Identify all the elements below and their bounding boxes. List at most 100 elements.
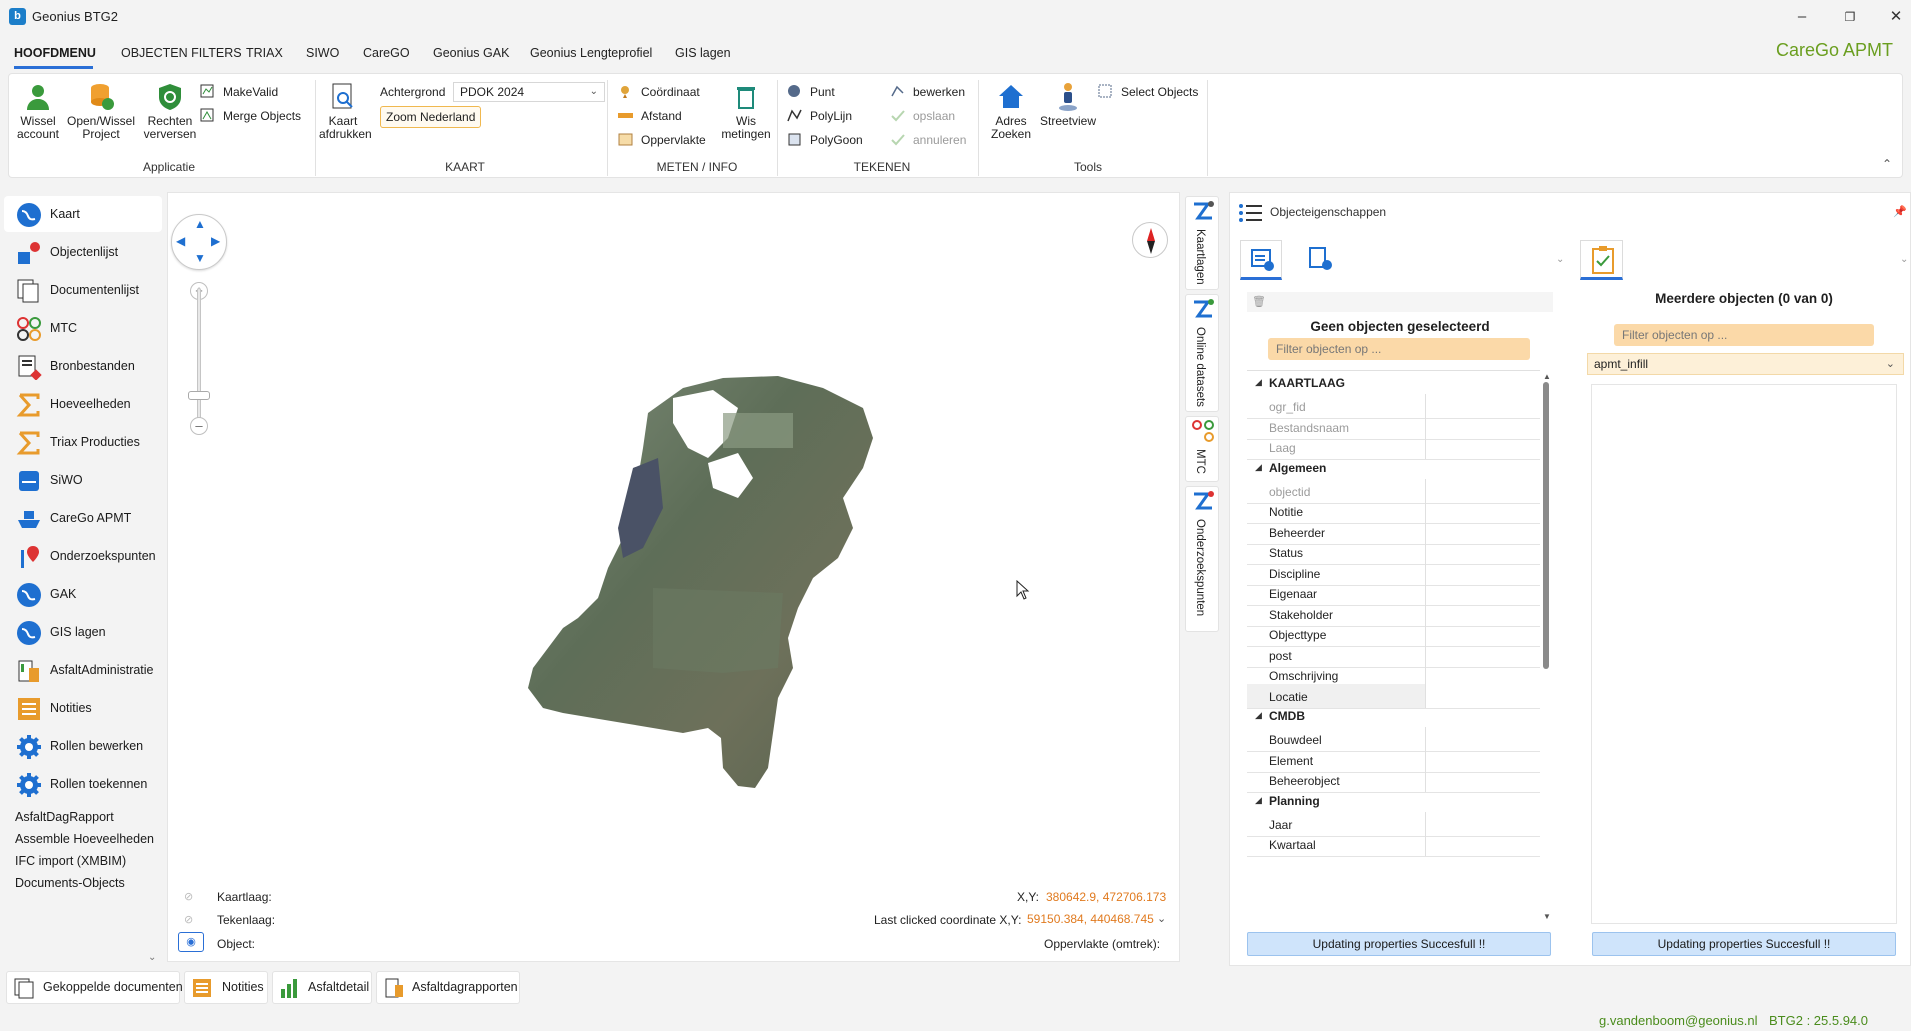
menu-gis-lagen[interactable]: GIS lagen (675, 46, 731, 60)
sidebar-scroll-down-icon[interactable]: ⌄ (148, 952, 156, 963)
streetview-button[interactable]: Streetview (1029, 82, 1107, 128)
zoom-slider-thumb[interactable] (188, 391, 210, 400)
chevron-down-icon[interactable]: ⌄ (1556, 254, 1564, 265)
sidebar-link-ifc-import[interactable]: IFC import (XMBIM) (15, 854, 126, 868)
annuleren-button[interactable]: annuleren (890, 131, 966, 149)
menu-triax[interactable]: TRIAX (246, 46, 283, 60)
wissel-account-button[interactable]: Wissel account (13, 82, 63, 141)
select-objects-button[interactable]: Select Objects (1098, 83, 1198, 101)
delete-icon[interactable]: 🗑 (1252, 295, 1266, 308)
gear-icon (16, 772, 42, 798)
minimize-button[interactable]: – (1790, 5, 1814, 29)
sidebar-item-gak[interactable]: GAK (4, 576, 162, 612)
polylijn-button[interactable]: PolyLijn (787, 107, 852, 125)
opslaan-button[interactable]: opslaan (890, 107, 955, 125)
property-scrollbar[interactable]: ▲ ▼ (1543, 372, 1551, 924)
property-category[interactable]: ◢ KAARTLAAG (1247, 371, 1540, 394)
sidebar-item-notities[interactable]: Notities (4, 690, 162, 726)
collapse-triangle-icon[interactable]: ◢ (1255, 710, 1262, 721)
tab-settings[interactable] (1300, 240, 1342, 280)
zoom-out-button[interactable]: – (190, 417, 208, 435)
pan-left-icon[interactable]: ◀ (176, 234, 185, 248)
sidebar-item-rollen-bewerken[interactable]: Rollen bewerken (4, 728, 162, 764)
wis-metingen-button[interactable]: Wis metingen (717, 82, 775, 141)
chevron-down-icon[interactable]: ⌄ (1900, 254, 1908, 265)
sidebar-item-hoeveelheden[interactable]: Hoeveelheden (4, 386, 162, 422)
layer-select[interactable]: apmt_infill ⌄ (1587, 353, 1904, 375)
tab-notities[interactable]: Notities (184, 971, 268, 1004)
tab-asfaltdagrapporten[interactable]: Asfaltdagrapporten (376, 971, 520, 1004)
sidebar-item-documentenlijst[interactable]: Documentenlijst (4, 272, 162, 308)
sidebar-item-gis-lagen[interactable]: GIS lagen (4, 614, 162, 650)
tab-kaartlagen[interactable]: Kaartlagen (1185, 196, 1219, 290)
tab-gekoppelde-documenten[interactable]: Gekoppelde documenten (6, 971, 183, 1004)
merge-objects-button[interactable]: Merge Objects (200, 107, 301, 125)
collapse-triangle-icon[interactable]: ◢ (1255, 377, 1262, 388)
menu-geonius-gak[interactable]: Geonius GAK (433, 46, 509, 60)
sidebar-item-label: GIS lagen (50, 625, 106, 639)
tab-onderzoekspunten[interactable]: Onderzoekspunten (1185, 486, 1219, 632)
collapse-triangle-icon[interactable]: ◢ (1255, 462, 1262, 473)
menu-carego[interactable]: CareGO (363, 46, 410, 60)
close-window-button[interactable]: ✕ (1884, 5, 1908, 29)
restore-button[interactable]: ❐ (1838, 5, 1862, 29)
makevalid-button[interactable]: MakeValid (200, 83, 278, 101)
objects-list[interactable] (1591, 384, 1897, 924)
tab-asfaltdetail[interactable]: Asfaltdetail (272, 971, 372, 1004)
collapse-ribbon-icon[interactable]: ⌃ (1882, 157, 1892, 171)
afstand-button[interactable]: Afstand (618, 107, 682, 125)
sidebar-item-siwo[interactable]: SiWO (4, 462, 162, 498)
sidebar-item-rollen-toekennen[interactable]: Rollen toekennen (4, 766, 162, 802)
punt-button[interactable]: Punt (787, 83, 835, 101)
bewerken-button[interactable]: bewerken (890, 83, 965, 101)
achtergrond-select[interactable]: PDOK 2024 ⌄ (453, 82, 605, 102)
oppervlakte-button[interactable]: Oppervlakte (618, 131, 706, 149)
collapse-triangle-icon[interactable]: ◢ (1255, 795, 1262, 806)
pan-down-icon[interactable]: ▼ (194, 251, 206, 265)
coordinaat-button[interactable]: Coördinaat (618, 83, 700, 101)
tab-properties[interactable] (1240, 240, 1282, 280)
sidebar-link-asfaltdagrapport[interactable]: AsfaltDagRapport (15, 810, 114, 824)
sidebar-item-onderzoekspunten[interactable]: Onderzoekspunten (4, 538, 162, 574)
tab-online-datasets[interactable]: Online datasets (1185, 294, 1219, 412)
zoom-nederland-button[interactable]: Zoom Nederland (380, 106, 482, 128)
pan-right-icon[interactable]: ▶ (211, 234, 220, 248)
property-value[interactable] (1425, 832, 1540, 856)
open-wissel-project-button[interactable]: Open/Wissel Project (63, 82, 139, 141)
compass-icon[interactable] (1132, 222, 1168, 258)
scrollbar-thumb[interactable] (1543, 382, 1549, 669)
property-category[interactable]: ◢ Algemeen (1247, 456, 1540, 479)
menu-hoofdmenu[interactable]: HOOFDMENU (14, 46, 96, 60)
map-view[interactable] (167, 192, 1180, 962)
scroll-up-icon[interactable]: ▲ (1543, 372, 1551, 381)
scroll-down-icon[interactable]: ▼ (1543, 912, 1551, 921)
menu-geonius-lengteprofiel[interactable]: Geonius Lengteprofiel (530, 46, 652, 60)
sidebar-item-mtc[interactable]: MTC (4, 310, 162, 346)
menu-siwo[interactable]: SIWO (306, 46, 339, 60)
polygoon-button[interactable]: PolyGoon (787, 131, 863, 149)
sidebar-item-bronbestanden[interactable]: Bronbestanden (4, 348, 162, 384)
sidebar-item-kaart[interactable]: Kaart (4, 196, 162, 232)
kaart-afdrukken-button[interactable]: Kaart afdrukken (319, 82, 372, 141)
sidebar-link-documents-objects[interactable]: Documents-Objects (15, 876, 125, 890)
property-row[interactable]: Kwartaal (1247, 832, 1540, 857)
eye-icon[interactable]: ◉ (178, 932, 204, 952)
map-pan-control[interactable]: ▲ ▼ ◀ ▶ (171, 214, 227, 270)
filter-input-right[interactable]: Filter objecten op ... (1614, 324, 1874, 346)
pin-icon[interactable]: 📌 (1893, 205, 1907, 218)
pan-up-icon[interactable]: ▲ (194, 217, 206, 231)
sidebar-item-objectenlijst[interactable]: Objectenlijst (4, 234, 162, 270)
sidebar-item-triax-producties[interactable]: Triax Producties (4, 424, 162, 460)
sidebar-item-carego-apmt[interactable]: CareGo APMT (4, 500, 162, 536)
chevron-down-icon[interactable]: ⌄ (1157, 912, 1166, 925)
property-category[interactable]: ◢ CMDB (1247, 704, 1540, 727)
tab-mtc[interactable]: MTC (1185, 416, 1219, 482)
property-category[interactable]: ◢ Planning (1247, 789, 1540, 812)
sidebar-item-asfaltadministratie[interactable]: AsfaltAdministratie (4, 652, 162, 688)
sidebar-link-assemble-hoeveelheden[interactable]: Assemble Hoeveelheden (15, 832, 154, 846)
tab-multi-objects[interactable] (1580, 240, 1623, 280)
filter-input-left[interactable]: Filter objecten op ... (1268, 338, 1530, 360)
rechten-verversen-button[interactable]: Rechten verversen (139, 82, 201, 141)
menu-objecten-filters[interactable]: OBJECTEN FILTERS (121, 46, 242, 60)
zoom-slider-track[interactable] (197, 288, 201, 426)
